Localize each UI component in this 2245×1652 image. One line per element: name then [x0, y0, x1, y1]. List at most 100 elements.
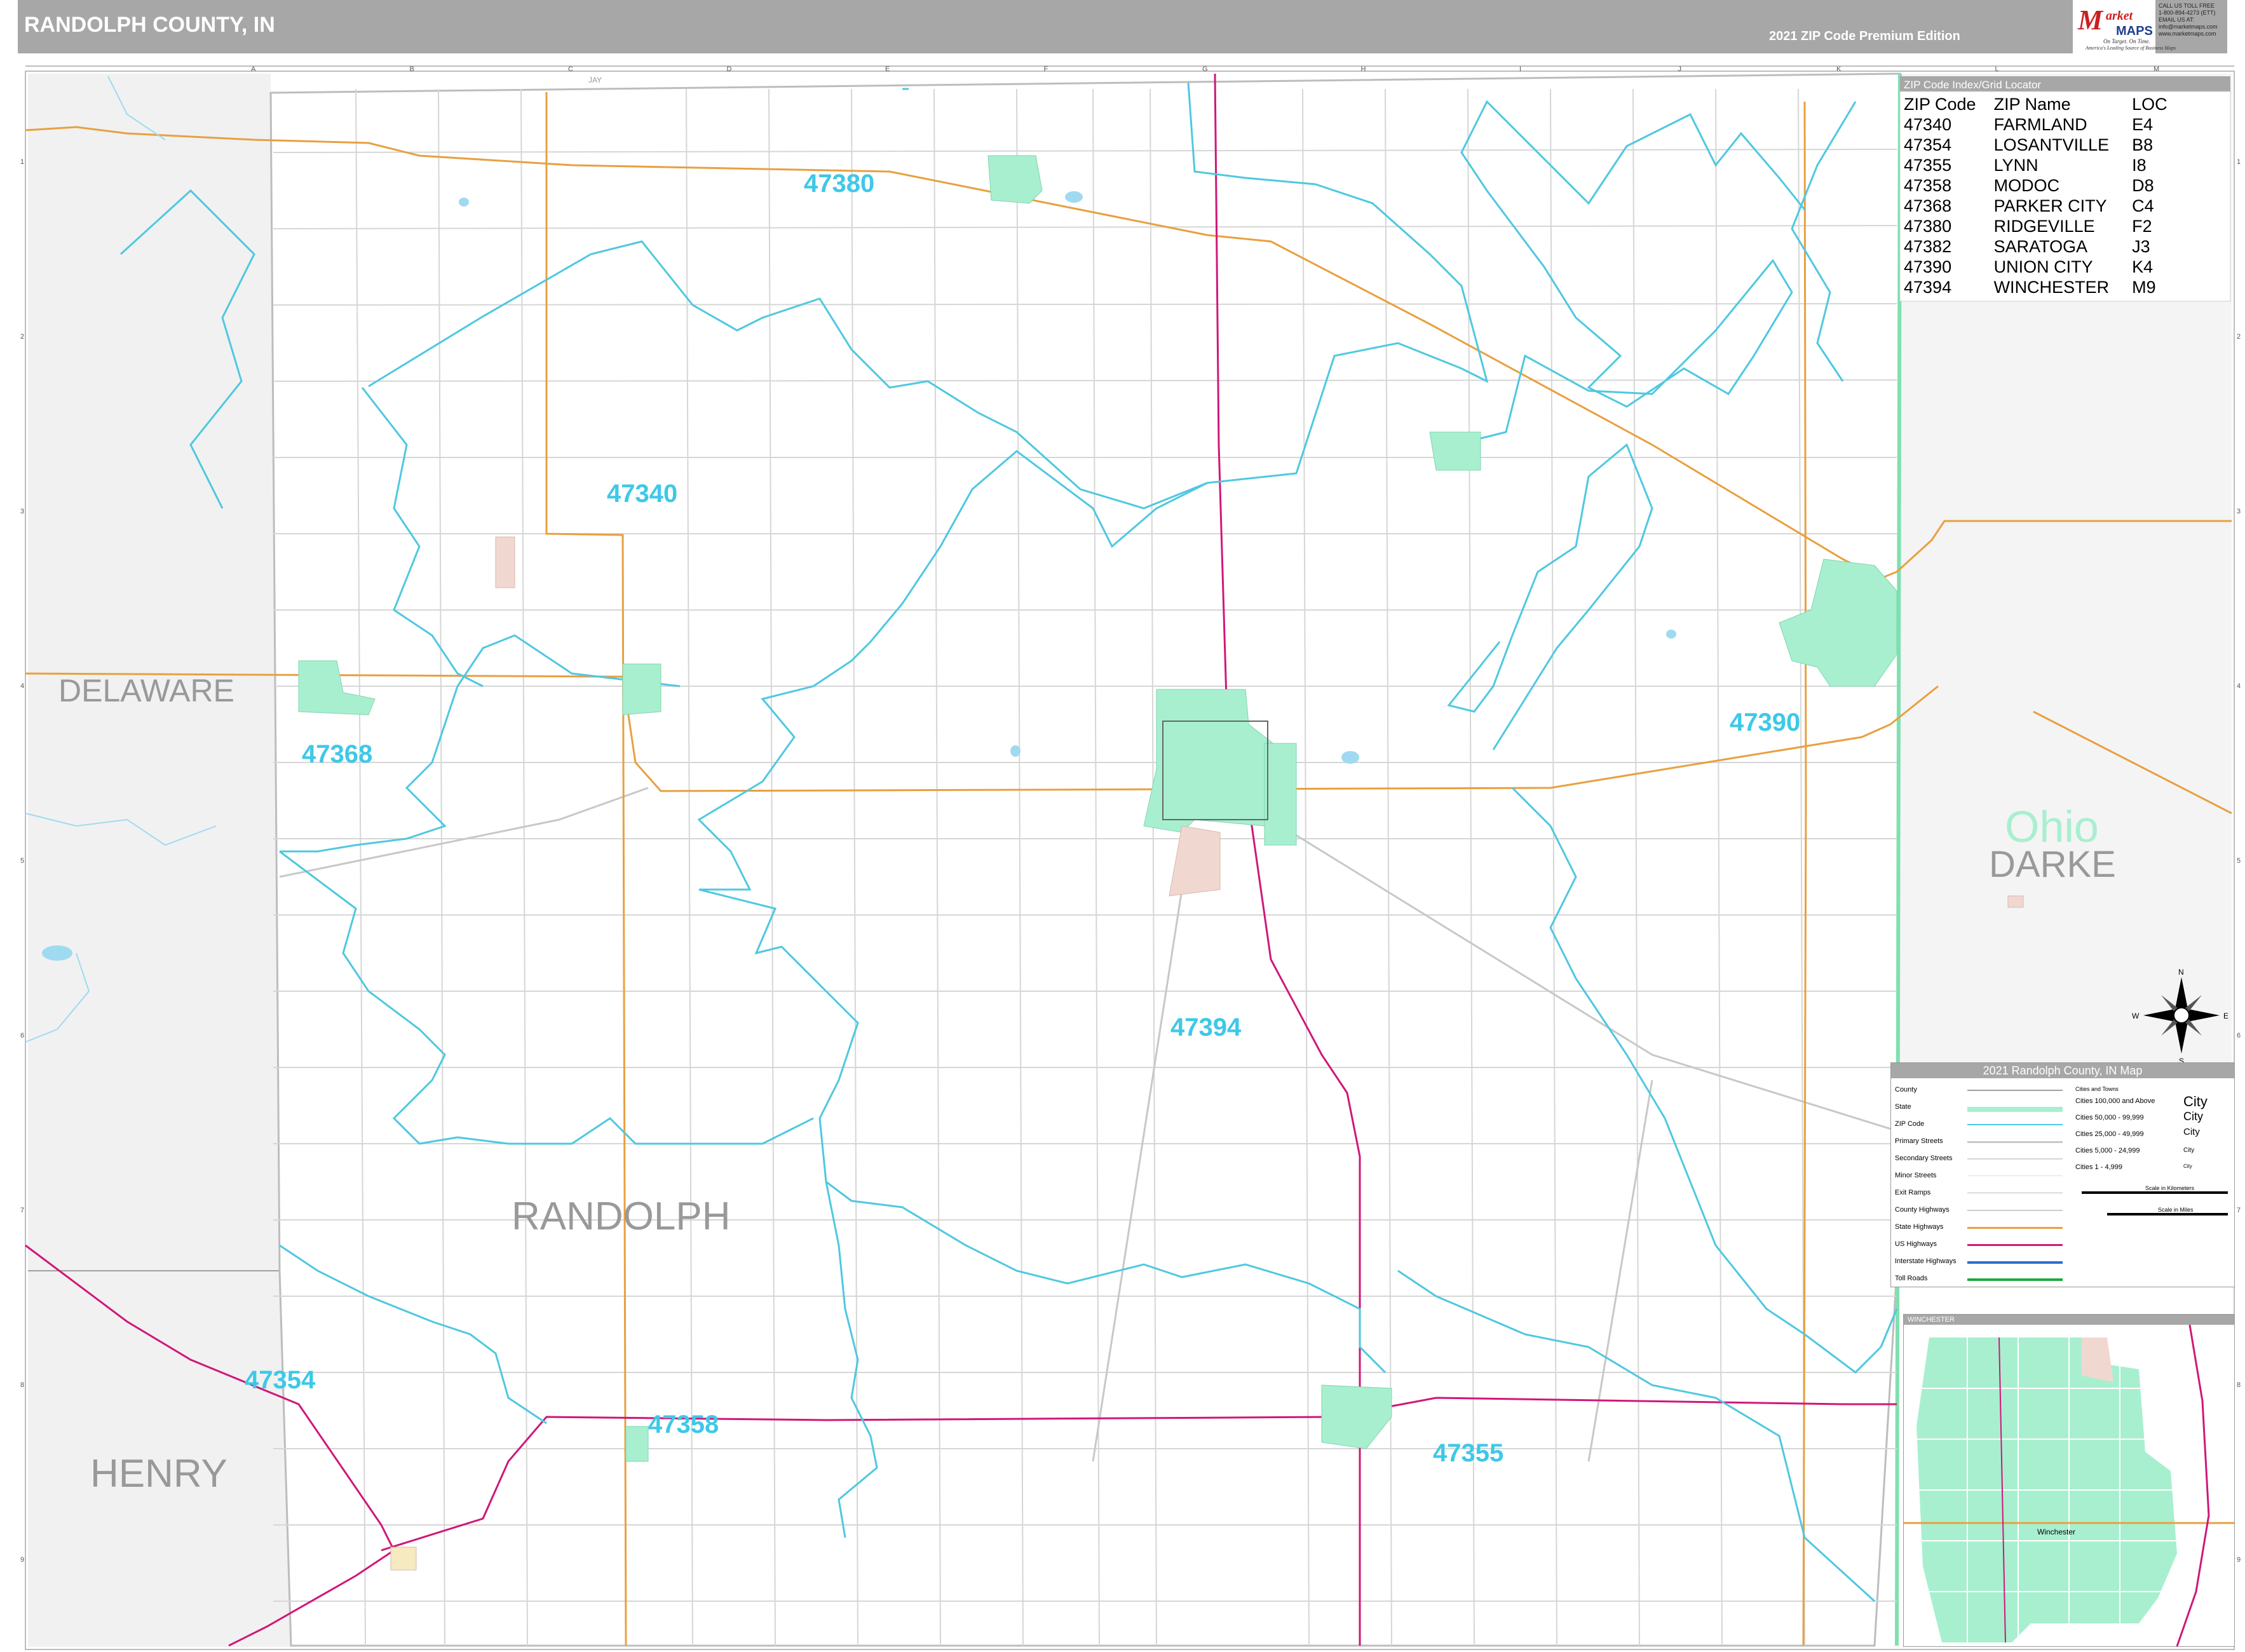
- grid-row-label: 2: [2237, 333, 2241, 341]
- zip-loc-cell: J3: [2132, 237, 2150, 256]
- zip-loc-cell: F2: [2132, 217, 2152, 236]
- map-legend: 2021 Randolph County, IN Map County State…: [1890, 1062, 2235, 1287]
- legend-item-label: Secondary Streets: [1895, 1154, 1953, 1162]
- grid-row-label: 5: [20, 857, 24, 865]
- legend-city-sample: City: [2183, 1163, 2192, 1169]
- legend-item-label: County Highways: [1895, 1206, 1950, 1214]
- legend-swatch: [1967, 1141, 2063, 1143]
- legend-scale-mi: Scale in Miles: [2158, 1207, 2194, 1213]
- grid-row-label: 4: [20, 682, 24, 690]
- grid-column-label: J: [1678, 65, 1682, 73]
- zip-label: 47394: [1170, 1013, 1242, 1041]
- grid-column-label: F: [1044, 65, 1048, 73]
- legend-item-label: County: [1895, 1086, 1917, 1093]
- zip-name-cell: LOSANTVILLE: [1993, 135, 2110, 154]
- legend-city-sample: City: [2183, 1110, 2203, 1123]
- zip-index-row: 47368 PARKER CITY C4: [1901, 196, 2171, 216]
- zip-code-cell: 47380: [1904, 217, 1952, 236]
- county-label-randolph: RANDOLPH: [512, 1195, 731, 1238]
- grid-row-label: 7: [20, 1207, 24, 1214]
- grid-row-label: 8: [2237, 1381, 2241, 1389]
- zip-code-cell: 47394: [1904, 278, 1952, 297]
- legend-city-sample: City: [2183, 1147, 2195, 1154]
- compass-w: W: [2132, 1012, 2140, 1020]
- zip-loc-cell: B8: [2132, 135, 2153, 154]
- zip-name-cell: MODOC: [1993, 176, 2060, 195]
- farmland-city-area: [622, 663, 661, 715]
- zip-loc-cell: M9: [2132, 278, 2156, 297]
- legend-item-label: Toll Roads: [1895, 1275, 1928, 1282]
- legend-city-size-label: Cities 100,000 and Above: [2075, 1097, 2155, 1105]
- grid-row-label: 7: [2237, 1207, 2241, 1214]
- legend-scale-bar: [2082, 1191, 2228, 1194]
- grid-column-label: G: [1202, 65, 1208, 73]
- winchester-east-area: [1264, 743, 1297, 846]
- grid-column-label: K: [1836, 65, 1841, 73]
- zip-label: 47355: [1433, 1439, 1503, 1467]
- zip-label: 47340: [607, 480, 677, 508]
- inset-city-label: Winchester: [2037, 1527, 2075, 1536]
- zip-code-cell: 47354: [1904, 135, 1952, 154]
- modoc-city-area: [625, 1426, 649, 1462]
- loc-col-header: LOC: [2132, 95, 2167, 114]
- grid-row-label: 6: [2237, 1032, 2241, 1039]
- zip-index-table: ZIP Code ZIP Name LOC 47340 FARMLAND E4 473…: [1901, 94, 2171, 297]
- grid-column-label: E: [885, 65, 890, 73]
- zip-index-row: 47394 WINCHESTER M9: [1901, 277, 2171, 297]
- ridgeville-city-area: [987, 155, 1043, 204]
- zip-index-row: 47354 LOSANTVILLE B8: [1901, 135, 2171, 155]
- zip-label: 47380: [804, 170, 874, 198]
- county-label-jay: JAY: [588, 76, 602, 85]
- zip-name-cell: SARATOGA: [1993, 237, 2088, 256]
- grid-column-label: B: [410, 65, 414, 73]
- grid-row-label: 8: [20, 1381, 24, 1389]
- inset-map-svg: Winchester: [1904, 1325, 2234, 1646]
- zip-label: 47358: [648, 1411, 719, 1439]
- zip-code-cell: 47358: [1904, 176, 1952, 195]
- legend-city-sample: City: [2183, 1093, 2208, 1109]
- legend-city-size-label: Cities 5,000 - 24,999: [2075, 1147, 2140, 1154]
- legend-scale-km: Scale in Kilometers: [2145, 1185, 2195, 1191]
- zip-loc-cell: D8: [2132, 176, 2154, 195]
- grid-row-label: 3: [2237, 508, 2241, 515]
- zip-index-row: 47340 FARMLAND E4: [1901, 114, 2171, 135]
- legend-swatch: [1967, 1210, 2063, 1211]
- grid-row-label: 3: [20, 508, 24, 515]
- legend-swatch: [1967, 1278, 2063, 1281]
- zip-index-row: 47390 UNION CITY K4: [1901, 257, 2171, 277]
- zip-col-header: ZIP Code: [1904, 95, 1976, 114]
- zip-index-row: 47355 LYNN I8: [1901, 155, 2171, 175]
- grid-column-label: C: [568, 65, 573, 73]
- zip-code-cell: 47390: [1904, 257, 1952, 276]
- zip-code-cell: 47340: [1904, 115, 1952, 134]
- legend-cities-title: Cities and Towns: [2075, 1086, 2119, 1092]
- grid-row-label: 5: [2237, 857, 2241, 865]
- grid-row-label: 9: [2237, 1556, 2241, 1564]
- zip-name-cell: PARKER CITY: [1993, 196, 2107, 215]
- saratoga-city-area: [1429, 431, 1481, 471]
- zip-code-cell: 47355: [1904, 156, 1952, 175]
- legend-swatch: [1967, 1261, 2063, 1264]
- legend-item-label: State Highways: [1895, 1223, 1944, 1231]
- legend-swatch: [1967, 1175, 2063, 1176]
- grid-row-label: 2: [20, 333, 24, 341]
- zip-loc-cell: K4: [2132, 257, 2153, 276]
- grid-column-label: I: [1519, 65, 1521, 73]
- winchester-inset-map: WINCHESTER Winchester: [1903, 1314, 2235, 1647]
- legend-item-label: Interstate Highways: [1895, 1257, 1957, 1265]
- legend-item-label: Primary Streets: [1895, 1137, 1943, 1145]
- zip-name-cell: FARMLAND: [1993, 115, 2087, 134]
- zip-loc-cell: E4: [2132, 115, 2153, 134]
- zip-name-cell: UNION CITY: [1993, 257, 2093, 276]
- grid-column-label: L: [1995, 65, 1999, 73]
- zip-index-row: 47382 SARATOGA J3: [1901, 236, 2171, 257]
- legend-swatch: [1967, 1158, 2063, 1160]
- legend-swatch: [1967, 1244, 2063, 1246]
- legend-city-size-label: Cities 25,000 - 49,999: [2075, 1130, 2144, 1138]
- zip-label: 47390: [1730, 708, 1800, 736]
- legend-item-label: Exit Ramps: [1895, 1189, 1931, 1196]
- zip-code-cell: 47382: [1904, 237, 1952, 256]
- delaware-county-area: [28, 74, 280, 1271]
- legend-item-label: US Highways: [1895, 1240, 1937, 1248]
- zip-name-cell: RIDGEVILLE: [1993, 217, 2095, 236]
